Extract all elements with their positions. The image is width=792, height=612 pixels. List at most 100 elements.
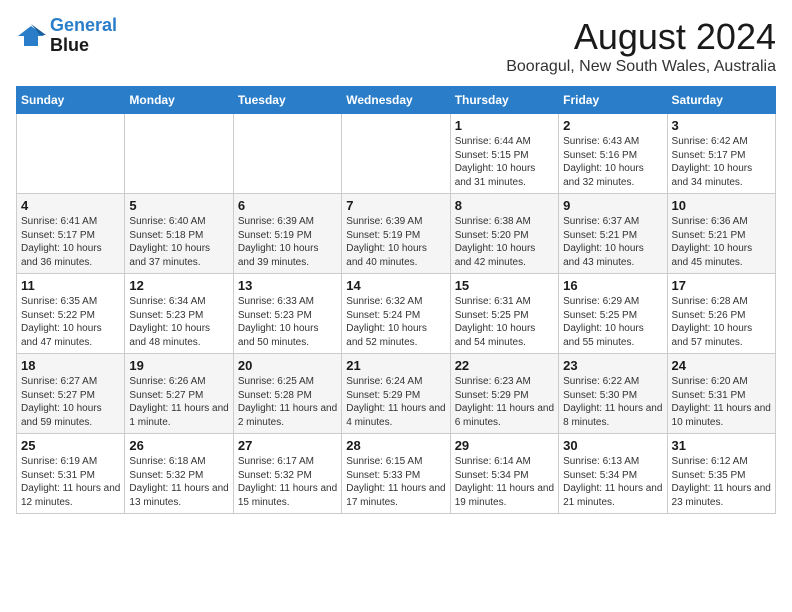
column-header-friday: Friday xyxy=(559,87,667,114)
day-number: 30 xyxy=(563,438,662,453)
day-info: Sunrise: 6:26 AMSunset: 5:27 PMDaylight:… xyxy=(129,375,228,429)
day-info: Sunrise: 6:39 AMSunset: 5:19 PMDaylight:… xyxy=(238,215,337,269)
calendar-header-row: SundayMondayTuesdayWednesdayThursdayFrid… xyxy=(17,87,776,114)
day-info: Sunrise: 6:19 AMSunset: 5:31 PMDaylight:… xyxy=(21,455,120,509)
day-info: Sunrise: 6:31 AMSunset: 5:25 PMDaylight:… xyxy=(455,295,554,349)
calendar-cell: 18 Sunrise: 6:27 AMSunset: 5:27 PMDayligh… xyxy=(17,354,125,434)
calendar: SundayMondayTuesdayWednesdayThursdayFrid… xyxy=(16,86,776,514)
day-info: Sunrise: 6:13 AMSunset: 5:34 PMDaylight:… xyxy=(563,455,662,509)
calendar-cell: 22Sunrise: 6:23 AMSunset: 5:29 PMDayligh… xyxy=(450,354,558,434)
calendar-cell: 3 Sunrise: 6:42 AMSunset: 5:17 PMDaylight… xyxy=(667,114,775,194)
day-number: 7 xyxy=(346,198,445,213)
calendar-cell xyxy=(125,114,233,194)
day-number: 19 xyxy=(129,358,228,373)
day-number: 25 xyxy=(21,438,120,453)
day-info: Sunrise: 6:40 AMSunset: 5:18 PMDaylight:… xyxy=(129,215,228,269)
day-info: Sunrise: 6:14 AMSunset: 5:34 PMDaylight:… xyxy=(455,455,554,509)
column-header-monday: Monday xyxy=(125,87,233,114)
day-info: Sunrise: 6:35 AMSunset: 5:22 PMDaylight:… xyxy=(21,295,120,349)
day-number: 9 xyxy=(563,198,662,213)
day-number: 3 xyxy=(672,118,771,133)
calendar-cell: 2Sunrise: 6:43 AMSunset: 5:16 PMDaylight… xyxy=(559,114,667,194)
day-info: Sunrise: 6:39 AMSunset: 5:19 PMDaylight:… xyxy=(346,215,445,269)
header: General Blue August 2024 Booragul, New S… xyxy=(16,16,776,76)
calendar-cell: 26 Sunrise: 6:18 AMSunset: 5:32 PMDayligh… xyxy=(125,434,233,514)
day-number: 17 xyxy=(672,278,771,293)
day-number: 15 xyxy=(455,278,554,293)
day-info: Sunrise: 6:23 AMSunset: 5:29 PMDaylight:… xyxy=(455,375,554,429)
calendar-cell: 13Sunrise: 6:33 AMSunset: 5:23 PMDayligh… xyxy=(233,274,341,354)
column-header-thursday: Thursday xyxy=(450,87,558,114)
day-info: Sunrise: 6:20 AMSunset: 5:31 PMDaylight:… xyxy=(672,375,771,429)
calendar-cell: 19 Sunrise: 6:26 AMSunset: 5:27 PMDayligh… xyxy=(125,354,233,434)
calendar-cell: 28Sunrise: 6:15 AMSunset: 5:33 PMDayligh… xyxy=(342,434,450,514)
day-info: Sunrise: 6:29 AMSunset: 5:25 PMDaylight:… xyxy=(563,295,662,349)
day-number: 14 xyxy=(346,278,445,293)
day-number: 26 xyxy=(129,438,228,453)
day-number: 12 xyxy=(129,278,228,293)
day-number: 20 xyxy=(238,358,337,373)
calendar-cell: 15 Sunrise: 6:31 AMSunset: 5:25 PMDayligh… xyxy=(450,274,558,354)
day-number: 21 xyxy=(346,358,445,373)
day-info: Sunrise: 6:44 AMSunset: 5:15 PMDaylight:… xyxy=(455,135,554,189)
day-info: Sunrise: 6:42 AMSunset: 5:17 PMDaylight:… xyxy=(672,135,771,189)
calendar-cell: 27 Sunrise: 6:17 AMSunset: 5:32 PMDayligh… xyxy=(233,434,341,514)
calendar-cell: 11 Sunrise: 6:35 AMSunset: 5:22 PMDayligh… xyxy=(17,274,125,354)
calendar-cell: 6 Sunrise: 6:39 AMSunset: 5:19 PMDaylight… xyxy=(233,194,341,274)
column-header-wednesday: Wednesday xyxy=(342,87,450,114)
calendar-cell: 1 Sunrise: 6:44 AMSunset: 5:15 PMDaylight… xyxy=(450,114,558,194)
logo: General Blue xyxy=(16,16,117,56)
day-number: 4 xyxy=(21,198,120,213)
day-number: 29 xyxy=(455,438,554,453)
day-number: 2 xyxy=(563,118,662,133)
logo-bird-icon xyxy=(16,22,46,50)
main-title: August 2024 xyxy=(506,16,776,58)
column-header-tuesday: Tuesday xyxy=(233,87,341,114)
day-info: Sunrise: 6:15 AMSunset: 5:33 PMDaylight:… xyxy=(346,455,445,509)
calendar-cell: 5 Sunrise: 6:40 AMSunset: 5:18 PMDaylight… xyxy=(125,194,233,274)
day-info: Sunrise: 6:22 AMSunset: 5:30 PMDaylight:… xyxy=(563,375,662,429)
day-number: 27 xyxy=(238,438,337,453)
day-info: Sunrise: 6:36 AMSunset: 5:21 PMDaylight:… xyxy=(672,215,771,269)
calendar-cell xyxy=(17,114,125,194)
calendar-cell: 24 Sunrise: 6:20 AMSunset: 5:31 PMDayligh… xyxy=(667,354,775,434)
logo-line1: General xyxy=(50,15,117,35)
day-info: Sunrise: 6:12 AMSunset: 5:35 PMDaylight:… xyxy=(672,455,771,509)
subtitle: Booragul, New South Wales, Australia xyxy=(506,58,776,76)
calendar-cell: 8Sunrise: 6:38 AMSunset: 5:20 PMDaylight… xyxy=(450,194,558,274)
calendar-cell: 16 Sunrise: 6:29 AMSunset: 5:25 PMDayligh… xyxy=(559,274,667,354)
calendar-cell: 9 Sunrise: 6:37 AMSunset: 5:21 PMDaylight… xyxy=(559,194,667,274)
calendar-cell: 30 Sunrise: 6:13 AMSunset: 5:34 PMDayligh… xyxy=(559,434,667,514)
day-info: Sunrise: 6:37 AMSunset: 5:21 PMDaylight:… xyxy=(563,215,662,269)
day-number: 6 xyxy=(238,198,337,213)
title-area: August 2024 Booragul, New South Wales, A… xyxy=(506,16,776,76)
day-info: Sunrise: 6:18 AMSunset: 5:32 PMDaylight:… xyxy=(129,455,228,509)
calendar-cell: 4 Sunrise: 6:41 AMSunset: 5:17 PMDaylight… xyxy=(17,194,125,274)
day-number: 18 xyxy=(21,358,120,373)
day-number: 23 xyxy=(563,358,662,373)
logo-text: General Blue xyxy=(50,16,117,56)
day-info: Sunrise: 6:34 AMSunset: 5:23 PMDaylight:… xyxy=(129,295,228,349)
day-info: Sunrise: 6:25 AMSunset: 5:28 PMDaylight:… xyxy=(238,375,337,429)
calendar-week-3: 11 Sunrise: 6:35 AMSunset: 5:22 PMDayligh… xyxy=(17,274,776,354)
day-number: 10 xyxy=(672,198,771,213)
calendar-cell: 23 Sunrise: 6:22 AMSunset: 5:30 PMDayligh… xyxy=(559,354,667,434)
day-number: 5 xyxy=(129,198,228,213)
day-info: Sunrise: 6:27 AMSunset: 5:27 PMDaylight:… xyxy=(21,375,120,429)
calendar-cell xyxy=(342,114,450,194)
day-info: Sunrise: 6:17 AMSunset: 5:32 PMDaylight:… xyxy=(238,455,337,509)
day-number: 11 xyxy=(21,278,120,293)
day-number: 24 xyxy=(672,358,771,373)
calendar-cell: 7 Sunrise: 6:39 AMSunset: 5:19 PMDaylight… xyxy=(342,194,450,274)
calendar-cell: 21Sunrise: 6:24 AMSunset: 5:29 PMDayligh… xyxy=(342,354,450,434)
logo-line2: Blue xyxy=(50,35,89,55)
calendar-cell xyxy=(233,114,341,194)
calendar-week-5: 25 Sunrise: 6:19 AMSunset: 5:31 PMDayligh… xyxy=(17,434,776,514)
day-number: 16 xyxy=(563,278,662,293)
day-info: Sunrise: 6:32 AMSunset: 5:24 PMDaylight:… xyxy=(346,295,445,349)
day-info: Sunrise: 6:41 AMSunset: 5:17 PMDaylight:… xyxy=(21,215,120,269)
day-number: 1 xyxy=(455,118,554,133)
calendar-cell: 10 Sunrise: 6:36 AMSunset: 5:21 PMDayligh… xyxy=(667,194,775,274)
calendar-cell: 31Sunrise: 6:12 AMSunset: 5:35 PMDayligh… xyxy=(667,434,775,514)
calendar-cell: 17Sunrise: 6:28 AMSunset: 5:26 PMDayligh… xyxy=(667,274,775,354)
